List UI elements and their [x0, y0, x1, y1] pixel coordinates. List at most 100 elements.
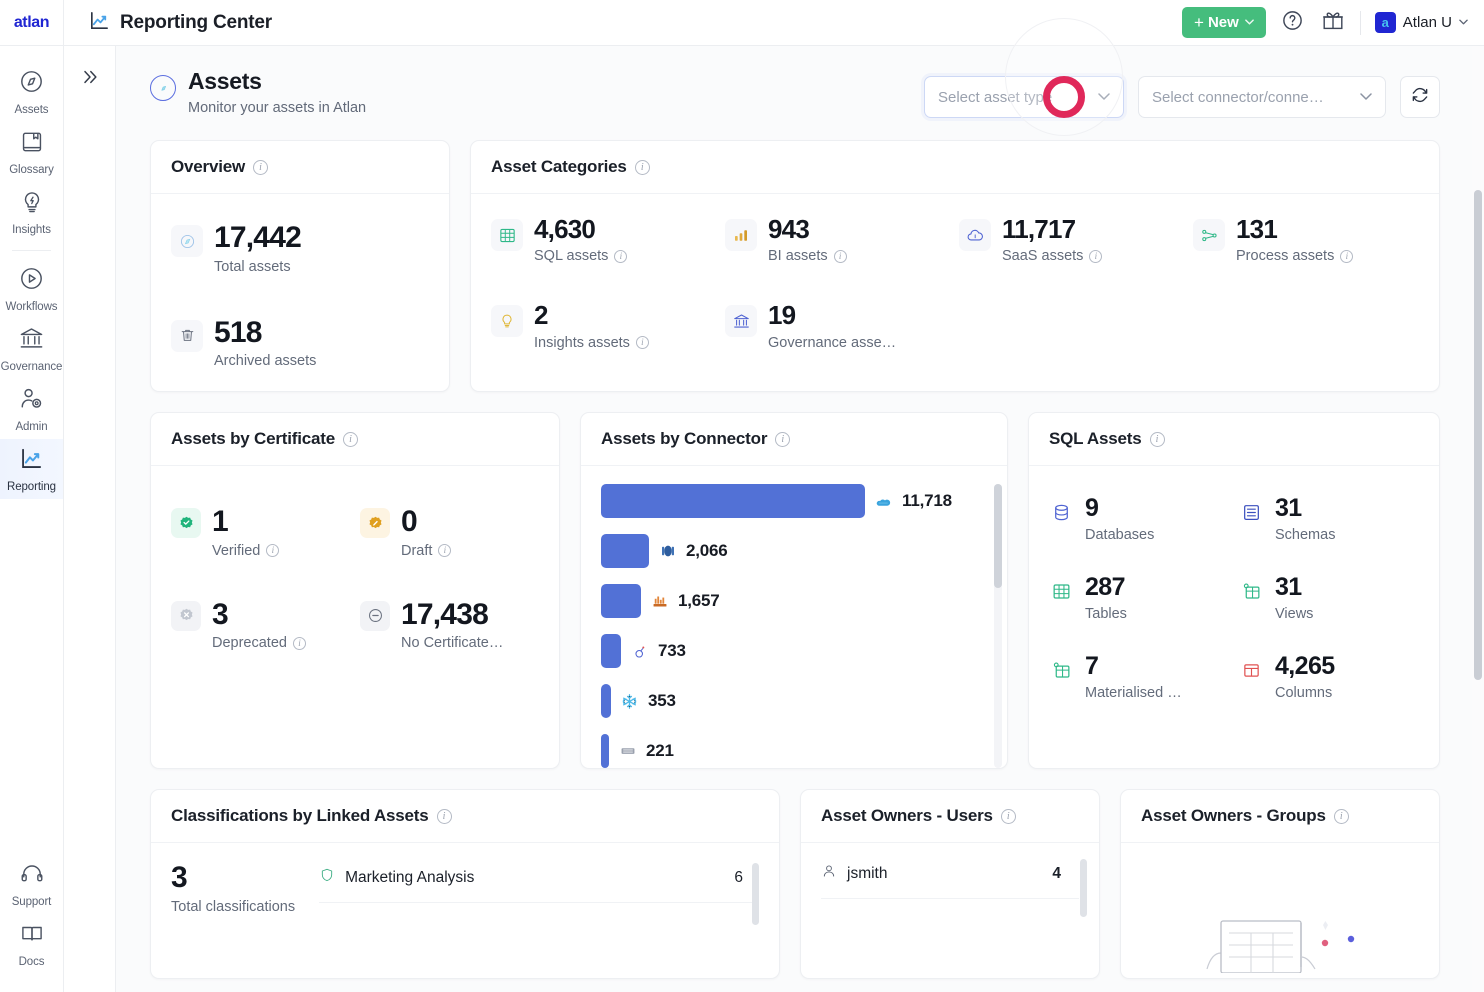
stat-archived-assets: 518 Archived assets: [171, 317, 429, 370]
asset-owners-groups-card-header: Asset Owners - Groups i: [1121, 790, 1439, 843]
sql-value: 9: [1085, 496, 1154, 521]
bar[interactable]: [601, 734, 609, 768]
verified-badge-icon: [171, 508, 201, 538]
info-icon[interactable]: i: [834, 250, 847, 263]
help-button[interactable]: [1280, 10, 1306, 36]
info-icon[interactable]: i: [266, 544, 279, 557]
minus-circle-icon: [360, 601, 390, 631]
asset-type-select[interactable]: Select asset type: [924, 76, 1124, 118]
sidebar-item-support[interactable]: Support: [0, 854, 63, 914]
bar-value: 1,657: [678, 591, 720, 611]
page-scrollbar-track[interactable]: [1472, 46, 1484, 992]
sidebar-item-reporting[interactable]: Reporting: [0, 439, 63, 499]
stat-text: 518 Archived assets: [214, 317, 316, 370]
classification-count: 6: [734, 869, 743, 887]
top-bar-actions: + New: [1182, 7, 1484, 38]
bar-value: 221: [646, 741, 674, 761]
stat-text: 131 Process assets i: [1236, 216, 1353, 264]
bar[interactable]: [601, 534, 649, 568]
info-icon[interactable]: i: [438, 544, 451, 557]
stat-text: 3 Deprecated i: [212, 599, 306, 652]
sidebar-item-docs[interactable]: Docs: [0, 914, 63, 974]
asset-owners-users-card: Asset Owners - Users i: [800, 789, 1100, 979]
info-icon[interactable]: i: [635, 160, 650, 175]
sidebar-item-governance[interactable]: Governance: [0, 319, 63, 379]
info-icon[interactable]: i: [1150, 432, 1165, 447]
mongodb-icon: [630, 642, 649, 661]
sql-assets-card: SQL Assets i: [1028, 412, 1440, 769]
dashboard-row-1: Overview i: [150, 140, 1440, 392]
stat-value: 17,438: [401, 599, 503, 631]
bar[interactable]: [601, 684, 611, 718]
bar-row-athena: 2,066: [601, 534, 991, 568]
bar-chart-icon: [725, 219, 757, 251]
info-icon[interactable]: i: [775, 432, 790, 447]
info-icon[interactable]: i: [1089, 250, 1102, 263]
page-scrollbar-thumb[interactable]: [1474, 190, 1482, 680]
dashboard-row-3: Classifications by Linked Assets i 3 Tot…: [150, 789, 1440, 979]
asset-categories-card-header: Asset Categories i: [471, 141, 1439, 194]
connector-scrollbar-thumb[interactable]: [994, 484, 1002, 588]
stat-text: 4,630 SQL assets i: [534, 216, 627, 264]
list-item[interactable]: Marketing Analysis 6: [319, 863, 759, 903]
whats-new-button[interactable]: [1320, 10, 1346, 36]
bar[interactable]: [601, 584, 641, 618]
line-chart-icon: [18, 445, 45, 477]
brand-logo[interactable]: atlan: [0, 0, 64, 45]
asset-categories-card-body: 4,630 SQL assets i: [471, 194, 1439, 391]
play-circle-icon: [18, 265, 45, 297]
trash-icon: [171, 320, 203, 352]
info-icon[interactable]: i: [1340, 250, 1353, 263]
sidebar-item-insights[interactable]: Insights: [0, 182, 63, 242]
info-icon[interactable]: i: [1334, 809, 1349, 824]
info-icon[interactable]: i: [437, 809, 452, 824]
stat-label: SQL assets: [534, 248, 608, 264]
asset-categories-grid: 4,630 SQL assets i: [491, 216, 1419, 351]
info-icon[interactable]: i: [1001, 809, 1016, 824]
sql-label: Tables: [1085, 606, 1127, 622]
stat-label: No Certificate…: [401, 635, 503, 651]
sidebar-item-admin[interactable]: Admin: [0, 379, 63, 439]
info-icon[interactable]: i: [343, 432, 358, 447]
sql-text: 9 Databases: [1085, 496, 1154, 543]
info-icon[interactable]: i: [636, 336, 649, 349]
open-book-icon: [19, 921, 45, 952]
refresh-button[interactable]: [1400, 76, 1440, 118]
info-icon[interactable]: i: [253, 160, 268, 175]
user-menu[interactable]: a Atlan U: [1375, 12, 1468, 33]
user-name: Atlan U: [1403, 14, 1452, 31]
sidebar-item-assets[interactable]: Assets: [0, 62, 63, 122]
category-sql-assets: 4,630 SQL assets i: [491, 216, 717, 264]
page-title: Reporting Center: [120, 12, 272, 34]
main-scroll-area: Assets Monitor your assets in Atlan Sele…: [116, 46, 1484, 992]
sql-text: 31 Views: [1275, 575, 1313, 622]
expand-sidebar-button[interactable]: [75, 64, 105, 94]
stat-value: 17,442: [214, 222, 301, 254]
assets-filters: Select asset type Select connector/conne…: [924, 76, 1440, 118]
stat-label-row: Process assets i: [1236, 248, 1353, 264]
databricks-icon: [618, 742, 637, 761]
snowflake-icon: [620, 692, 639, 711]
sql-schemas: 31 Schemas: [1239, 496, 1419, 543]
table-grid-icon: [491, 219, 523, 251]
classification-scrollbar-thumb[interactable]: [752, 863, 759, 925]
info-icon[interactable]: i: [614, 250, 627, 263]
bulb-icon: [19, 189, 45, 220]
main-content: Assets Monitor your assets in Atlan Sele…: [116, 46, 1484, 992]
list-item[interactable]: jsmith 4: [821, 859, 1079, 899]
category-saas-assets: 11,717 SaaS assets i: [959, 216, 1185, 264]
info-icon[interactable]: i: [293, 637, 306, 650]
new-button[interactable]: + New: [1182, 7, 1266, 38]
plus-icon: +: [1194, 14, 1204, 31]
owners-scrollbar-thumb[interactable]: [1080, 859, 1087, 917]
sql-value: 31: [1275, 575, 1313, 600]
bar[interactable]: [601, 484, 865, 518]
bar[interactable]: [601, 634, 621, 668]
sidebar-item-glossary[interactable]: Glossary: [0, 122, 63, 182]
chevron-down-icon: [1342, 91, 1372, 103]
connector-select[interactable]: Select connector/conne…: [1138, 76, 1386, 118]
rail-spacer: [0, 499, 63, 854]
sidebar-item-workflows[interactable]: Workflows: [0, 259, 63, 319]
classifications-card-body: 3 Total classifications: [151, 843, 779, 915]
assets-heading: Assets: [188, 68, 366, 96]
